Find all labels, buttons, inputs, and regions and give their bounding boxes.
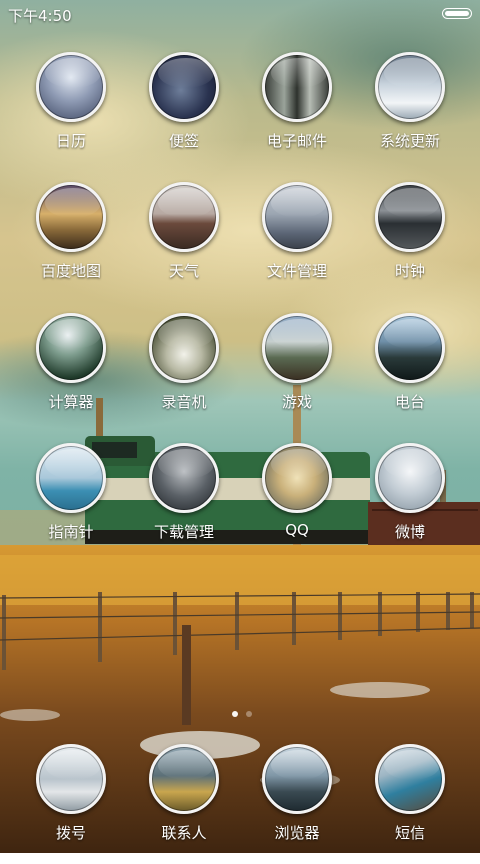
weibo-icon [375,443,445,513]
dock-phone[interactable]: 拨号 [15,744,127,864]
app-label: 短信 [394,824,425,842]
app-label: 联系人 [161,824,207,842]
app-calculator[interactable]: 计算器 [15,313,127,433]
app-label: 电子邮件 [266,132,327,150]
app-label: 百度地图 [40,262,101,280]
page-indicator [232,702,260,721]
weather-icon [149,182,219,252]
status-time: 下午4:50 [8,7,72,25]
app-label: 天气 [168,262,199,280]
notes-icon [149,52,219,122]
dock-messages[interactable]: 短信 [354,744,466,864]
qq-icon [262,443,332,513]
app-label: 下载管理 [153,523,214,541]
map-icon [36,182,106,252]
compass-icon [36,443,106,513]
app-label: 系统更新 [379,132,440,150]
download-manager-icon [149,443,219,513]
app-notes[interactable]: 便签 [128,52,240,172]
file-manager-icon [262,182,332,252]
email-icon [262,52,332,122]
app-label: 时钟 [394,262,425,280]
app-label: 便签 [168,132,199,150]
app-radio[interactable]: 电台 [354,313,466,433]
app-compass[interactable]: 指南针 [15,443,127,563]
app-weibo[interactable]: 微博 [354,443,466,563]
app-clock[interactable]: 时钟 [354,182,466,302]
system-update-icon [375,52,445,122]
dock-contacts[interactable]: 联系人 [128,744,240,864]
status-bar: 下午4:50 [0,0,480,28]
battery-icon [442,8,472,19]
browser-icon [262,744,332,814]
app-label: 计算器 [48,393,94,411]
app-label: 录音机 [161,393,207,411]
app-map[interactable]: 百度地图 [15,182,127,302]
calendar-icon [36,52,106,122]
page-dot-current [232,711,238,717]
recorder-icon [149,313,219,383]
app-label: 拨号 [55,824,86,842]
app-weather[interactable]: 天气 [128,182,240,302]
app-email[interactable]: 电子邮件 [241,52,353,172]
app-label: 微博 [394,523,425,541]
app-qq[interactable]: QQ [241,443,353,563]
app-games[interactable]: 游戏 [241,313,353,433]
contacts-icon [149,744,219,814]
app-label: 电台 [394,393,425,411]
app-label: QQ [285,521,309,539]
app-download-manager[interactable]: 下载管理 [128,443,240,563]
clock-icon [375,182,445,252]
app-label: 浏览器 [274,824,320,842]
app-calendar[interactable]: 日历 [15,52,127,172]
dock-browser[interactable]: 浏览器 [241,744,353,864]
radio-icon [375,313,445,383]
phone-icon [36,744,106,814]
app-label: 日历 [55,132,86,150]
app-label: 文件管理 [266,262,327,280]
app-recorder[interactable]: 录音机 [128,313,240,433]
calculator-icon [36,313,106,383]
page-dot [246,711,252,717]
app-label: 指南针 [48,523,94,541]
app-system-update[interactable]: 系统更新 [354,52,466,172]
games-icon [262,313,332,383]
app-label: 游戏 [281,393,312,411]
app-file-manager[interactable]: 文件管理 [241,182,353,302]
messages-icon [375,744,445,814]
